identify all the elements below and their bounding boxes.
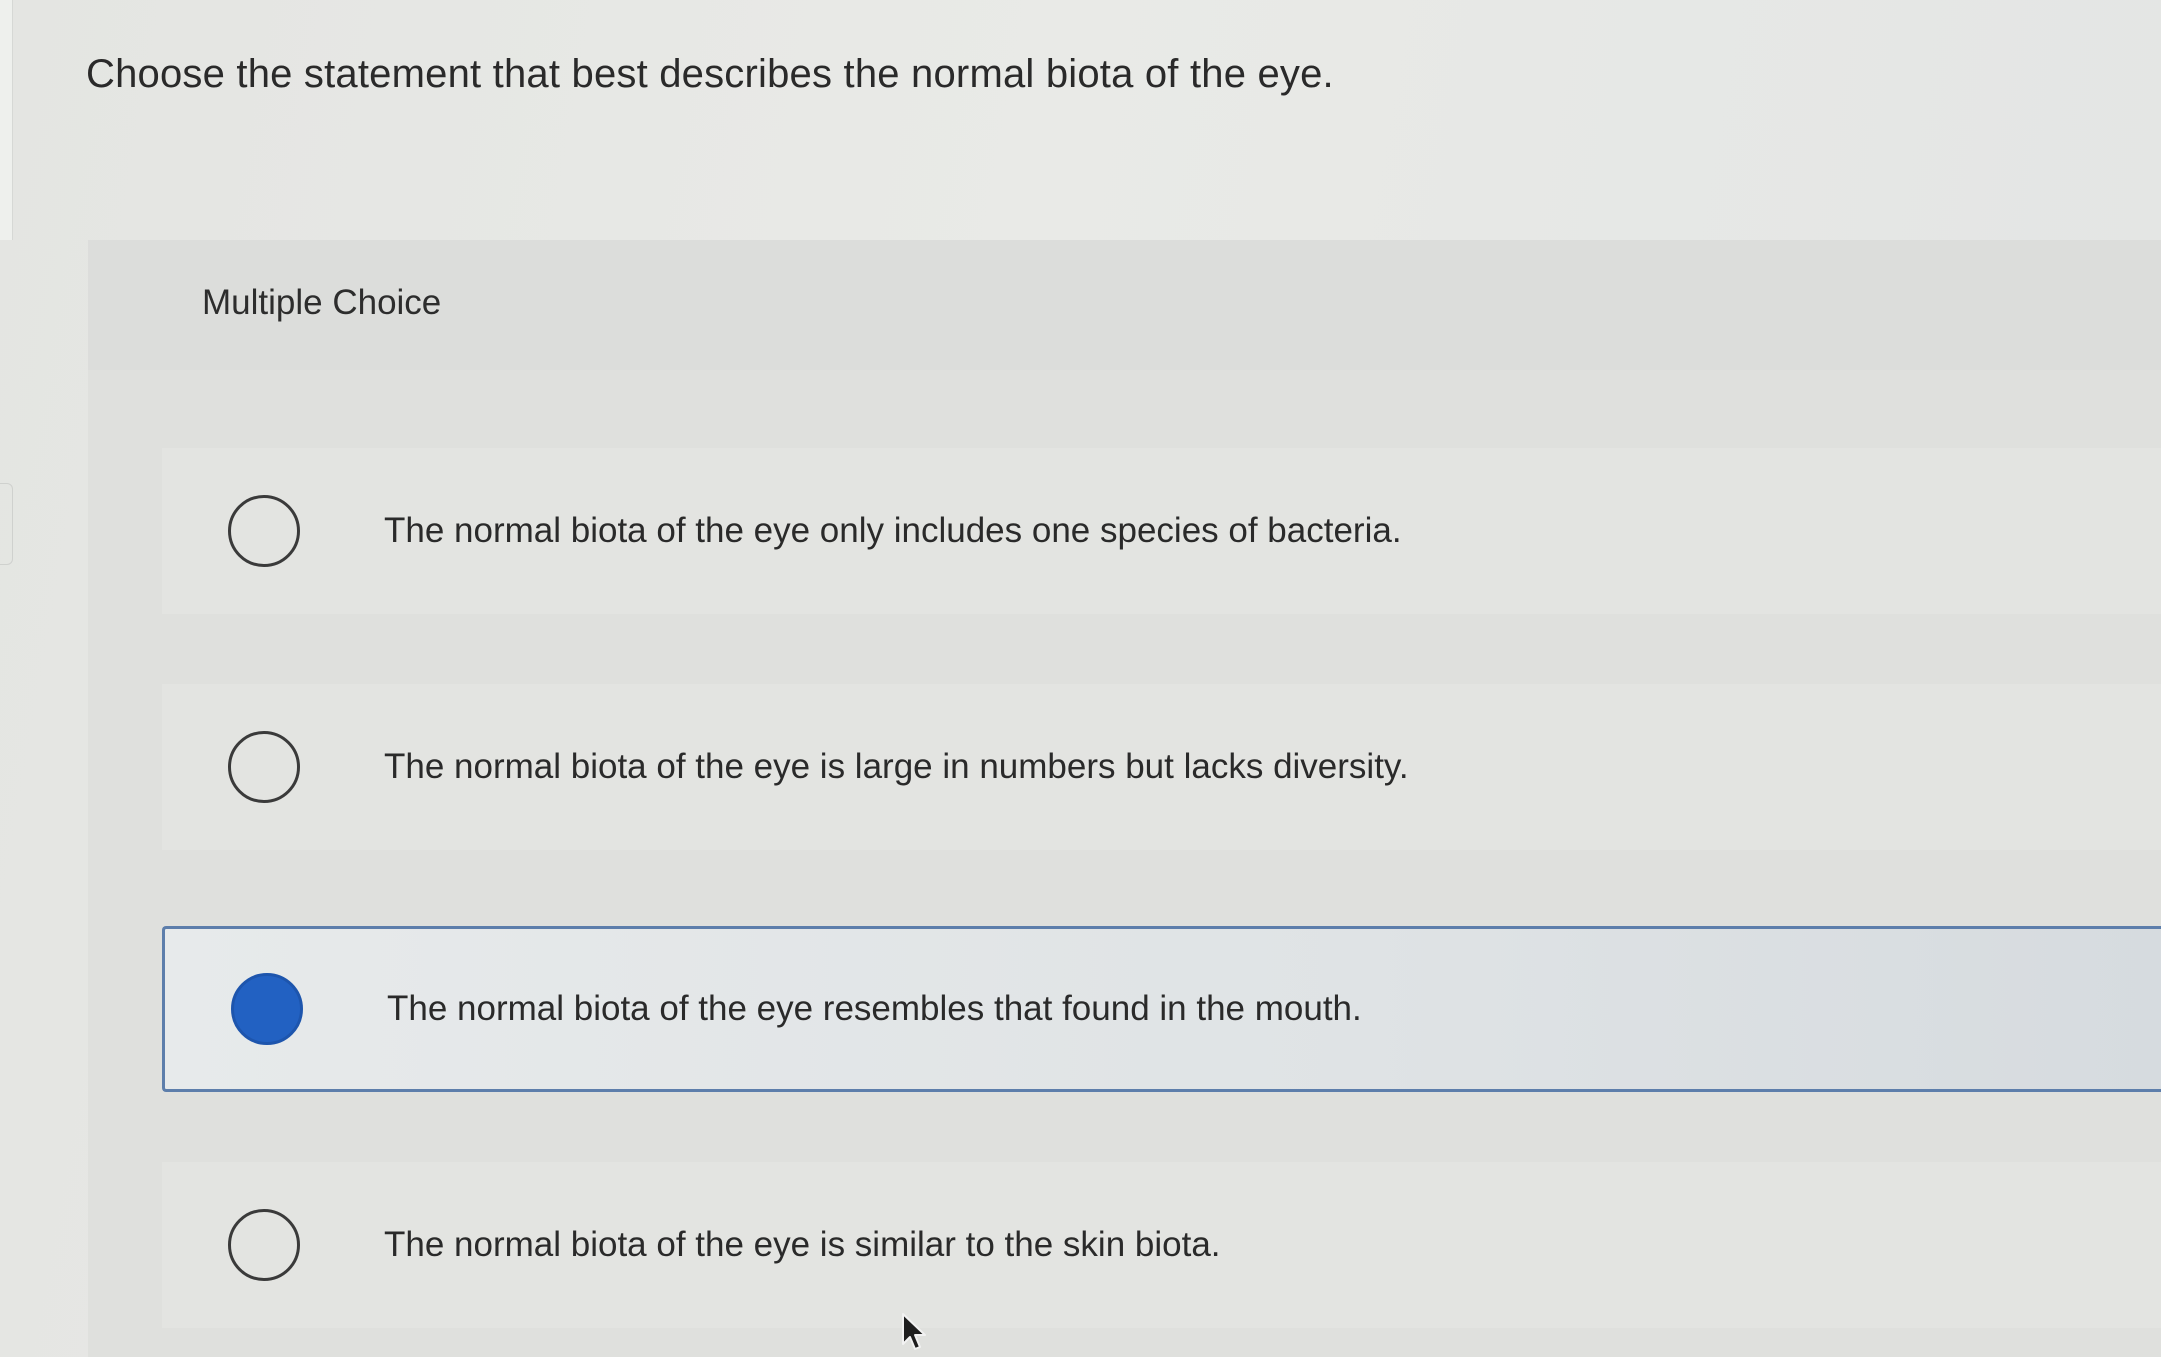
answer-option-text: The normal biota of the eye is similar t…	[384, 1225, 1221, 1264]
answer-option-text: The normal biota of the eye is large in …	[384, 747, 1409, 786]
multiple-choice-label: Multiple Choice	[202, 283, 442, 322]
answer-option-2[interactable]: The normal biota of the eye is large in …	[162, 684, 2161, 850]
answer-option-text: The normal biota of the eye resembles th…	[387, 989, 1362, 1028]
radio-button-icon[interactable]	[228, 731, 300, 803]
page-left-tab	[0, 483, 13, 565]
question-prompt: Choose the statement that best describes…	[86, 52, 1334, 96]
page-left-edge	[0, 0, 13, 240]
answer-option-text: The normal biota of the eye only include…	[384, 511, 1402, 550]
multiple-choice-header: Multiple Choice	[88, 240, 2161, 370]
mouse-pointer-icon	[902, 1313, 926, 1350]
radio-button-icon[interactable]	[228, 1209, 300, 1281]
answer-option-4[interactable]: The normal biota of the eye is similar t…	[162, 1162, 2161, 1328]
radio-button-selected-icon[interactable]	[231, 973, 303, 1045]
answer-option-3-selected[interactable]: The normal biota of the eye resembles th…	[162, 926, 2161, 1092]
answer-option-1[interactable]: The normal biota of the eye only include…	[162, 448, 2161, 614]
radio-button-icon[interactable]	[228, 495, 300, 567]
